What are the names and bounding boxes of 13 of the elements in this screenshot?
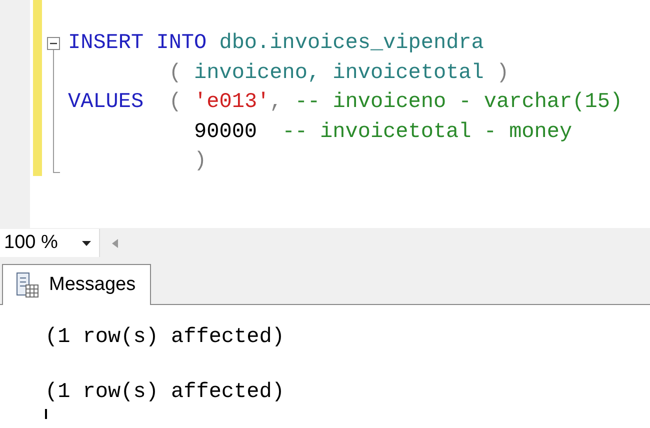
caret-icon xyxy=(82,240,91,246)
code-line: 90000 -- invoicetotal - money xyxy=(193,120,574,146)
collapse-icon[interactable] xyxy=(47,37,60,50)
message-text: (1 row(s) affected) xyxy=(45,325,284,351)
code-line: VALUES ( 'e013', -- invoiceno - varchar(15) xyxy=(68,90,623,116)
document-grid-icon xyxy=(15,272,39,298)
message-text: (1 row(s) affected) xyxy=(45,380,284,406)
zoom-dropdown[interactable]: 100 % xyxy=(0,229,100,257)
code-line: ( invoiceno, invoicetotal ) xyxy=(168,60,510,86)
results-tab[interactable]: Messages xyxy=(2,264,151,305)
code-line: ) xyxy=(193,149,208,175)
code-line: INSERT INTO dbo.invoices_vipendra xyxy=(68,31,485,57)
text-cursor xyxy=(45,409,47,419)
